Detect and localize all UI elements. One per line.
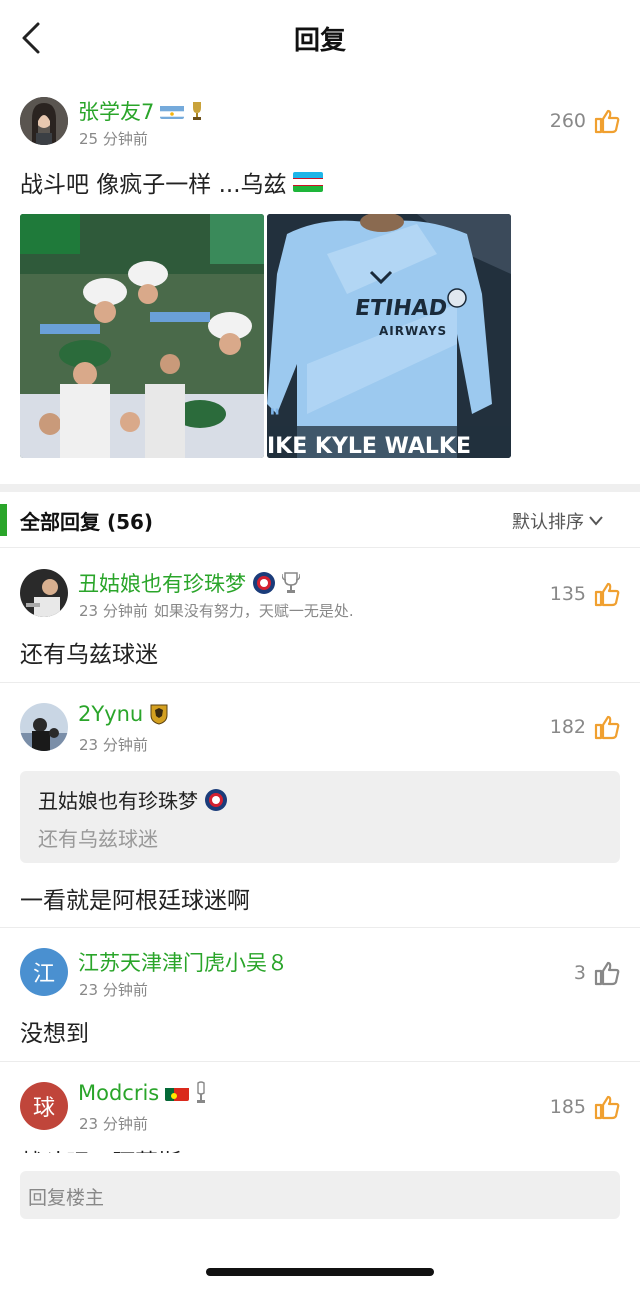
avatar[interactable]: 江 [20,948,68,996]
sort-label: 默认排序 [512,512,584,533]
like-count: 185 [549,1096,586,1118]
thumbs-up-icon [594,715,620,740]
replies-header: 全部回复 (56) 默认排序 [0,500,640,546]
reply-input[interactable]: 回复楼主 [20,1171,620,1219]
post-author[interactable]: 张学友7 [78,96,204,126]
reply-author[interactable]: 2Yynu [78,702,169,726]
reply-content: 一看就是阿根廷球迷啊 [20,888,250,914]
quoted-author-name: 丑姑娘也有珍珠梦 [38,789,198,813]
like-count: 3 [573,962,586,984]
chevron-down-icon [589,516,603,526]
trophy-icon [193,102,202,120]
divider [0,547,640,548]
post-image-fans[interactable] [20,214,264,458]
reply-author[interactable]: 江苏天津津门虎小吴８ [78,947,288,977]
post-like-button[interactable]: 260 [550,108,620,134]
home-indicator[interactable] [206,1268,434,1276]
page-title: 回复 [293,26,346,56]
post-content: 战斗吧 像疯子一样 ...乌兹 [20,165,323,199]
portugal-flag-icon [165,1085,190,1101]
avatar[interactable] [20,569,68,617]
divider [0,927,640,928]
jersey-brand-subtext: AIRWAYS [379,324,448,338]
fans-photo [20,214,264,458]
club-badge-icon [150,704,168,725]
quoted-author: 丑姑娘也有珍珠梦 [38,785,228,814]
avatar[interactable]: 球 [20,1082,68,1130]
sort-dropdown[interactable]: 默认排序 [512,508,604,534]
like-count: 182 [549,716,586,738]
psg-badge-icon [253,572,275,594]
avatar-initial: 江 [32,962,55,987]
avatar-initial: 球 [32,1096,55,1121]
reply-time: 23 分钟前 [79,981,148,999]
psg-badge-icon [205,788,227,811]
reply-content: 没想到 [20,1021,89,1047]
post-author-name[interactable]: 张学友7 [78,96,154,126]
post-time: 25 分钟前 [79,130,148,148]
argentina-flag-icon [160,103,185,119]
uzbekistan-flag-icon [292,172,323,192]
jersey-brand-text: ETIHAD [353,296,449,321]
trophy-icon [197,1081,206,1103]
reply-time: 23 分钟前 [79,736,148,754]
like-count: 135 [549,583,586,605]
reply-author[interactable]: 丑姑娘也有珍珠梦 [78,568,300,598]
reply-like-button[interactable]: 135 [550,581,620,607]
reply-like-button[interactable]: 182 [550,714,620,740]
reply-like-button[interactable]: 185 [550,1094,620,1120]
reply-time-text: 23 分钟前 [79,602,148,620]
section-divider [0,484,640,492]
reply-content: 还有乌兹球迷 [20,642,158,668]
thumbs-up-icon [594,582,620,607]
reply-time: 23 分钟前 如果没有努力，天赋一无是处. [79,600,354,621]
avatar-photo [20,569,68,617]
quoted-reply[interactable]: 丑姑娘也有珍珠梦 还有乌兹球迷 [20,771,620,863]
avatar-photo [20,703,68,751]
reply-author[interactable]: Modcris [78,1081,207,1105]
reply-author-name[interactable]: 丑姑娘也有珍珠梦 [78,568,246,598]
avatar[interactable] [20,703,68,751]
trophy-icon [282,572,300,593]
post-image-jersey[interactable]: ETIHAD AIRWAYS " IKE KYLE WALKE [267,214,511,458]
like-count: 260 [549,110,586,132]
user-signature: 如果没有努力，天赋一无是处. [153,602,354,620]
avatar-photo [20,97,68,145]
reply-like-button[interactable]: 3 [574,960,620,986]
reply-time: 23 分钟前 [79,1115,148,1133]
jersey-quote-mark: " [269,406,281,431]
reply-author-name[interactable]: 江苏天津津门虎小吴８ [78,947,288,977]
thumbs-up-icon [594,961,620,986]
post-text: 战斗吧 像疯子一样 ...乌兹 [20,172,287,198]
quoted-text: 还有乌兹球迷 [38,827,158,851]
reply-author-name[interactable]: Modcris [78,1081,159,1105]
thumbs-up-icon [594,109,620,134]
jersey-caption: IKE KYLE WALKE [267,434,472,458]
divider [0,682,640,683]
reply-author-name[interactable]: 2Yynu [78,702,143,726]
divider [0,1061,640,1062]
replies-count-title: 全部回复 (56) [20,510,154,534]
section-accent-bar [0,504,7,536]
reply-input-placeholder: 回复楼主 [28,1187,105,1209]
top-bar: 回复 [0,0,640,76]
thumbs-up-icon [594,1095,620,1120]
avatar[interactable] [20,97,68,145]
